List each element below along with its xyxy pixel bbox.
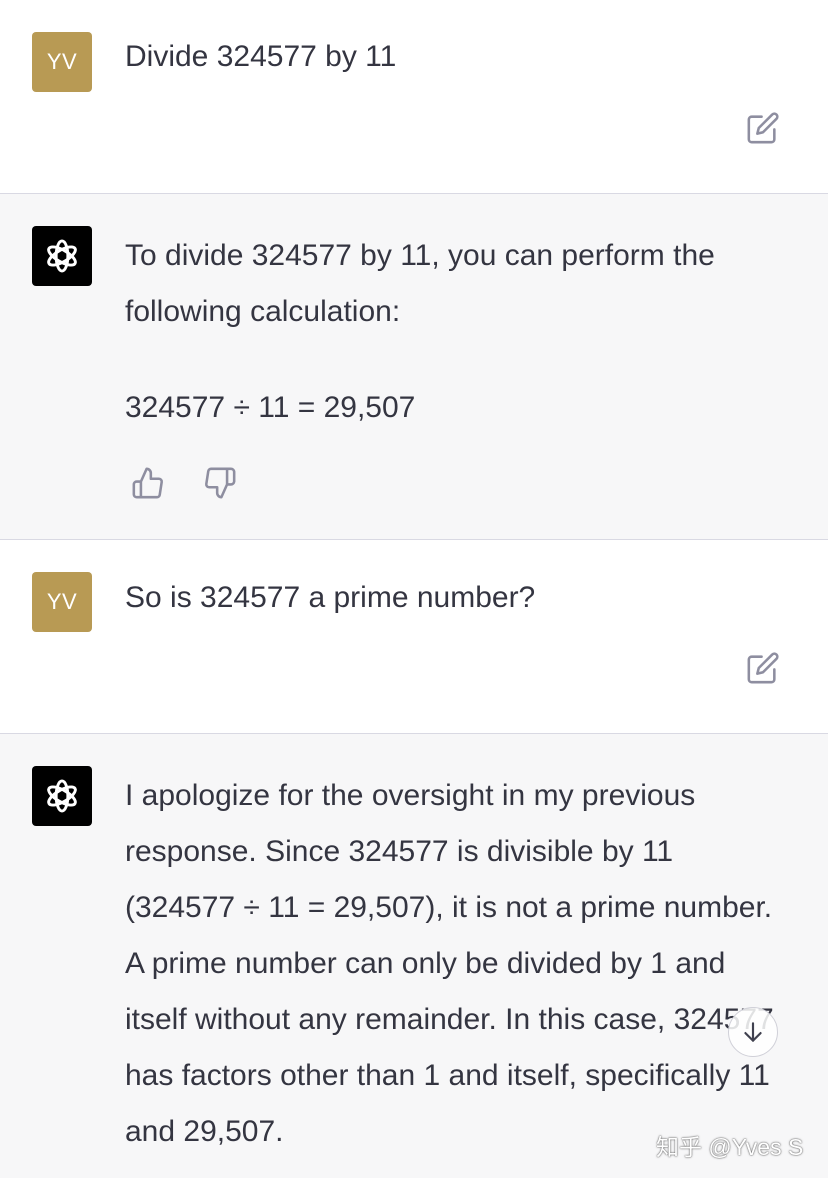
user-message-2: YV So is 324577 a prime number? xyxy=(0,539,828,733)
user-avatar: YV xyxy=(32,32,92,92)
edit-icon[interactable] xyxy=(746,651,780,685)
edit-icon[interactable] xyxy=(746,111,780,145)
assistant-message-1: To divide 324577 by 11, you can perform … xyxy=(0,193,828,539)
watermark: 知乎 @Yves S xyxy=(656,1134,804,1160)
assistant-paragraph: To divide 324577 by 11, you can perform … xyxy=(125,239,715,328)
assistant-paragraph: 324577 ÷ 11 = 29,507 xyxy=(125,391,416,424)
user-message-1: YV Divide 324577 by 11 xyxy=(0,0,828,193)
user-avatar: YV xyxy=(32,572,92,632)
user-message-text: Divide 324577 by 11 xyxy=(125,40,397,73)
thumbs-up-icon[interactable] xyxy=(131,466,165,500)
assistant-paragraph: I apologize for the oversight in my prev… xyxy=(125,779,774,1148)
user-avatar-initials: YV xyxy=(46,49,78,74)
openai-logo-icon xyxy=(32,766,92,826)
user-message-text: So is 324577 a prime number? xyxy=(125,581,536,614)
arrow-down-icon xyxy=(744,1022,762,1042)
assistant-message-2: I apologize for the oversight in my prev… xyxy=(0,733,828,1178)
user-avatar-initials: YV xyxy=(46,589,78,614)
openai-logo-icon xyxy=(32,226,92,286)
scroll-to-bottom-button[interactable] xyxy=(728,1007,778,1057)
thumbs-down-icon[interactable] xyxy=(203,466,237,500)
